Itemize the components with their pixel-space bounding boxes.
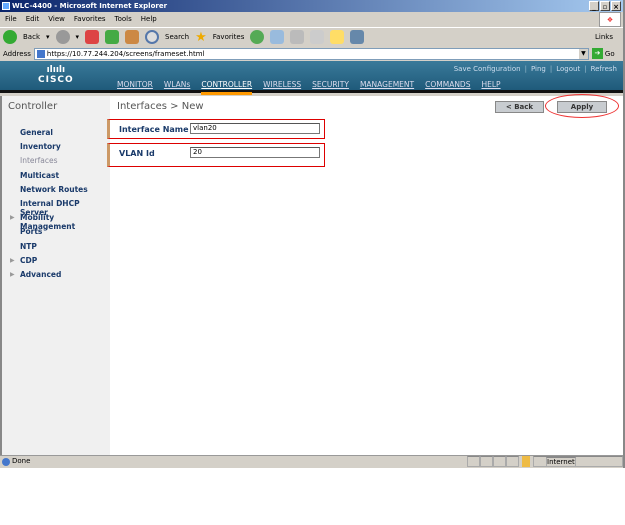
sidebar-item-ports[interactable]: Ports <box>2 227 110 241</box>
ie-icon <box>2 2 10 10</box>
sidebar-item-interfaces[interactable]: Interfaces <box>2 156 110 170</box>
menu-tools[interactable]: Tools <box>115 12 132 27</box>
favorites-star-icon[interactable]: ★ <box>195 30 207 45</box>
address-dropdown[interactable]: ▼ <box>578 48 588 59</box>
refresh-link[interactable]: Refresh <box>591 65 617 73</box>
nav-wlans[interactable]: WLANs <box>164 80 190 95</box>
address-input[interactable]: https://10.77.244.204/screens/frameset.h… <box>33 47 589 60</box>
print-icon[interactable] <box>290 30 305 44</box>
close-button[interactable]: × <box>611 1 621 11</box>
windows-flag-icon: ❖ <box>599 12 621 27</box>
refresh-icon[interactable] <box>105 30 120 44</box>
interface-name-row: Interface Name vlan20 <box>107 119 325 139</box>
toolbar: Back ▾ ▾ Search ★ Favorites Links <box>0 27 623 46</box>
favorites-button[interactable]: Favorites <box>213 33 245 41</box>
expand-arrow-icon[interactable]: ▶ <box>10 257 15 264</box>
address-url[interactable]: https://10.77.244.204/screens/frameset.h… <box>47 50 205 58</box>
back-button[interactable]: < Back <box>495 101 544 113</box>
save-configuration-link[interactable]: Save Configuration <box>454 65 521 73</box>
sidebar-item-advanced[interactable]: ▶ Advanced <box>2 270 110 284</box>
maximize-button[interactable]: ▫ <box>600 1 610 11</box>
lock-icon <box>522 456 530 467</box>
status-text: Done <box>12 457 31 465</box>
menu-view[interactable]: View <box>48 12 65 27</box>
sidebar: Controller General Inventory Interfaces … <box>0 96 110 455</box>
edit-icon[interactable] <box>310 30 325 44</box>
minimize-button[interactable]: _ <box>589 1 599 11</box>
vlan-id-input[interactable]: 20 <box>190 147 320 158</box>
expand-arrow-icon[interactable]: ▶ <box>10 271 15 278</box>
nav-wireless[interactable]: WIRELESS <box>263 80 301 95</box>
discuss-icon[interactable] <box>330 30 345 44</box>
main-content: Interfaces > New < Back Apply Interface … <box>107 94 623 455</box>
browser-window: WLC-4400 - Microsoft Internet Explorer _… <box>0 0 625 468</box>
messenger-icon[interactable] <box>350 30 365 44</box>
search-button[interactable]: Search <box>165 33 189 41</box>
forward-icon[interactable] <box>55 30 70 44</box>
back-button[interactable]: Back <box>23 33 40 41</box>
menu-help[interactable]: Help <box>141 12 157 27</box>
nav-management[interactable]: MANAGEMENT <box>360 80 414 95</box>
apply-button[interactable]: Apply <box>557 101 607 113</box>
mail-icon[interactable] <box>270 30 285 44</box>
go-button[interactable]: ➔ Go <box>591 48 615 59</box>
sidebar-item-ntp[interactable]: NTP <box>2 242 110 256</box>
address-label: Address <box>3 49 31 58</box>
internet-zone: Internet <box>533 456 623 467</box>
nav-commands[interactable]: COMMANDS <box>425 80 470 95</box>
nav-security[interactable]: SECURITY <box>312 80 349 95</box>
cisco-header: ılıılı CISCO Save Configuration | Ping | Lo… <box>0 61 623 95</box>
sidebar-title: Controller <box>8 101 58 112</box>
links-button[interactable]: Links <box>595 33 613 41</box>
menu-favorites[interactable]: Favorites <box>74 12 106 27</box>
ping-link[interactable]: Ping <box>531 65 546 73</box>
window-title: WLC-4400 - Microsoft Internet Explorer <box>12 2 168 10</box>
interface-name-label: Interface Name <box>119 125 189 134</box>
back-icon[interactable] <box>3 30 17 44</box>
vlan-id-label: VLAN Id <box>119 149 155 158</box>
sidebar-item-internal-dhcp-server[interactable]: Internal DHCP Server <box>2 199 110 217</box>
stop-icon[interactable] <box>85 30 100 44</box>
go-arrow-icon: ➔ <box>591 48 603 59</box>
interface-name-input[interactable]: vlan20 <box>190 123 320 134</box>
nav-help[interactable]: HELP <box>481 80 500 95</box>
home-icon[interactable] <box>125 30 140 44</box>
page-done-icon <box>2 458 10 466</box>
main-nav: MONITOR WLANs CONTROLLER WIRELESS SECURI… <box>117 80 501 95</box>
sidebar-item-inventory[interactable]: Inventory <box>2 142 110 156</box>
title-bar: WLC-4400 - Microsoft Internet Explorer _… <box>0 0 623 12</box>
expand-arrow-icon[interactable]: ▶ <box>10 214 15 221</box>
sidebar-item-network-routes[interactable]: Network Routes <box>2 185 110 199</box>
cisco-logo: ılıılı CISCO <box>38 65 74 85</box>
menu-edit[interactable]: Edit <box>26 12 40 27</box>
history-icon[interactable] <box>250 30 265 44</box>
sidebar-item-mobility-management[interactable]: ▶ Mobility Management <box>2 213 110 231</box>
nav-monitor[interactable]: MONITOR <box>117 80 153 95</box>
menu-bar: File Edit View Favorites Tools Help ❖ <box>0 12 623 27</box>
vlan-id-row: VLAN Id 20 <box>107 143 325 167</box>
status-bar: Done Internet <box>0 455 623 467</box>
search-icon[interactable] <box>145 30 160 44</box>
menu-file[interactable]: File <box>5 12 17 27</box>
go-label: Go <box>604 49 615 58</box>
sidebar-item-cdp[interactable]: ▶ CDP <box>2 256 110 270</box>
address-bar: Address https://10.77.244.204/screens/fr… <box>0 46 623 61</box>
page-title: Interfaces > New <box>117 101 204 112</box>
nav-controller[interactable]: CONTROLLER <box>201 80 253 95</box>
sidebar-item-multicast[interactable]: Multicast <box>2 171 110 185</box>
sidebar-item-general[interactable]: General <box>2 128 110 142</box>
logout-link[interactable]: Logout <box>556 65 580 73</box>
